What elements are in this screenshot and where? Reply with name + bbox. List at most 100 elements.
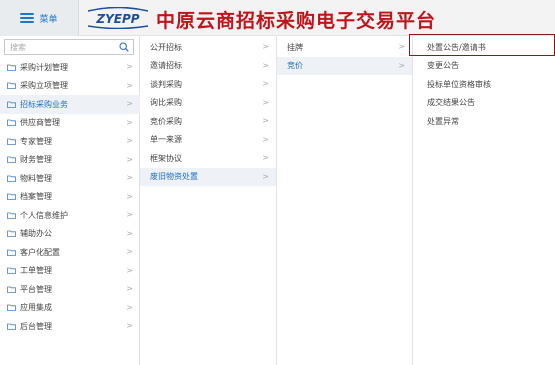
chevron-right-icon: >	[262, 171, 269, 181]
level3-item[interactable]: 竞价 >	[277, 56, 412, 75]
level4-item[interactable]: 变更公告	[413, 57, 555, 76]
sidebar-item-label: 物料管理	[20, 173, 52, 183]
folder-icon	[7, 304, 16, 312]
sidebar-item-label: 平台管理	[20, 284, 52, 294]
level2-item[interactable]: 框架协议 >	[140, 149, 276, 168]
sidebar-item-label: 采购计划管理	[20, 62, 68, 72]
folder-icon	[7, 230, 16, 238]
level4-item[interactable]: 处置异常	[413, 112, 555, 131]
chevron-right-icon: >	[126, 191, 133, 201]
hamburger-icon	[20, 13, 35, 23]
sidebar-item-label: 供应商管理	[20, 118, 60, 128]
menu-item-label: 询比采购	[150, 98, 182, 108]
sidebar-item[interactable]: 采购立项管理 >	[0, 77, 140, 96]
top-header: 菜单 ZYEPP 中原云商招标采购电子交易平台	[0, 0, 555, 36]
search-input[interactable]	[5, 40, 115, 54]
chevron-right-icon: >	[126, 265, 133, 275]
menu-item-label: 废旧物资处置	[150, 172, 198, 182]
sidebar-item[interactable]: 后台管理 >	[0, 317, 140, 336]
chevron-right-icon: >	[126, 284, 133, 293]
sidebar-item-label: 招标采购业务	[20, 99, 68, 109]
sidebar-item-label: 工单管理	[20, 266, 52, 276]
chevron-right-icon: >	[126, 247, 133, 256]
chevron-right-icon: >	[126, 99, 133, 108]
folder-icon	[7, 119, 16, 127]
chevron-right-icon: >	[262, 97, 269, 107]
chevron-right-icon: >	[262, 134, 269, 144]
chevron-right-icon: >	[126, 136, 133, 145]
sidebar-item[interactable]: 辅助办公 >	[0, 225, 140, 244]
sidebar-item[interactable]: 个人信息维护 >	[0, 206, 140, 225]
folder-icon	[7, 138, 16, 145]
sidebar-item-label: 辅助办公	[20, 229, 52, 239]
chevron-right-icon: >	[126, 80, 133, 90]
menu-item-label: 谈判采购	[150, 79, 182, 89]
level4-item[interactable]: 成交结果公告	[413, 94, 555, 113]
sidebar-item-label: 个人信息维护	[20, 210, 68, 220]
folder-icon	[7, 175, 16, 182]
level4-item[interactable]: 投标单位资格审核	[413, 75, 555, 94]
menu-item-label: 竞价采购	[150, 116, 182, 126]
sidebar-item[interactable]: 平台管理 >	[0, 280, 140, 299]
menu-item-label: 成交结果公告	[427, 98, 475, 108]
chevron-right-icon: >	[126, 62, 133, 71]
sidebar-item-label: 专家管理	[20, 136, 52, 146]
sidebar-item-label: 客户化配置	[20, 247, 60, 257]
submenu-level-2: 公开招标 > 邀请招标 > 谈判采购 > 询比采购 > 竞价采购 > 单一来源 > 框架协议 > 废旧物资处…	[140, 36, 277, 365]
chevron-right-icon: >	[262, 79, 269, 88]
menu-button[interactable]: 菜单	[0, 0, 79, 36]
sidebar-item[interactable]: 档案管理 >	[0, 188, 140, 207]
level2-item[interactable]: 谈判采购 >	[140, 75, 276, 94]
sidebar-item-label: 后台管理	[20, 321, 52, 331]
sidebar-item[interactable]: 招标采购业务 >	[0, 95, 140, 114]
chevron-right-icon: >	[126, 302, 133, 312]
chevron-right-icon: >	[262, 116, 269, 125]
level2-item[interactable]: 废旧物资处置 >	[140, 167, 276, 186]
sidebar-item[interactable]: 财务管理 >	[0, 151, 140, 170]
platform-title: 中原云商招标采购电子交易平台	[156, 10, 437, 32]
submenu-level-4: 处置公告/邀请书变更公告 投标单位资格审核成交结果公告 处置异常	[413, 36, 555, 365]
sidebar-menu: 采购计划管理 > 采购立项管理 > 招标采购业务 > 供应商管理 > 专家管理 > 财务管理 > 物料管…	[0, 58, 140, 336]
sidebar-item[interactable]: 客户化配置 >	[0, 243, 140, 262]
folder-icon	[7, 249, 16, 256]
menu-item-label: 邀请招标	[150, 61, 182, 71]
sidebar-item[interactable]: 采购计划管理 >	[0, 58, 140, 77]
level2-item[interactable]: 单一来源 >	[140, 131, 276, 150]
chevron-right-icon: >	[126, 210, 133, 219]
level2-item[interactable]: 公开招标 >	[140, 38, 276, 57]
menu-item-label: 竞价	[287, 61, 303, 71]
menu-item-label: 处置公告/邀请书	[427, 42, 486, 52]
level2-item[interactable]: 竞价采购 >	[140, 112, 276, 131]
search-icon[interactable]	[119, 42, 129, 52]
sidebar-item[interactable]: 工单管理 >	[0, 262, 140, 281]
menu-item-label: 处置异常	[427, 116, 459, 126]
level3-item[interactable]: 挂牌 >	[277, 38, 412, 57]
sidebar-item-label: 采购立项管理	[20, 81, 68, 91]
zyepp-logo: ZYEPP	[87, 7, 149, 29]
submenu-level-3: 挂牌 > 竞价 >	[277, 36, 413, 365]
folder-icon	[7, 323, 16, 330]
sidebar-item[interactable]: 专家管理 >	[0, 132, 140, 151]
svg-text:ZYEPP: ZYEPP	[95, 12, 139, 26]
folder-icon	[7, 156, 16, 164]
sidebar-item-label: 财务管理	[20, 155, 52, 165]
menu-item-label: 挂牌	[287, 42, 303, 52]
menu-label: 菜单	[39, 14, 58, 25]
chevron-right-icon: >	[398, 60, 405, 70]
menu-item-label: 公开招标	[150, 42, 182, 52]
sidebar-item[interactable]: 应用集成 >	[0, 299, 140, 318]
chevron-right-icon: >	[126, 173, 133, 182]
level4-item[interactable]: 处置公告/邀请书	[413, 38, 555, 57]
folder-icon	[7, 193, 16, 201]
level2-item[interactable]: 询比采购 >	[140, 94, 276, 113]
search-box	[4, 39, 134, 55]
chevron-right-icon: >	[262, 42, 269, 51]
sidebar-item[interactable]: 供应商管理 >	[0, 114, 140, 133]
sidebar-item[interactable]: 物料管理 >	[0, 169, 140, 188]
level2-item[interactable]: 邀请招标 >	[140, 57, 276, 76]
folder-icon	[7, 267, 16, 275]
sidebar: 采购计划管理>采购立项管理>招标采购业务>供应商管理>专家管理>财务管理>物料管…	[0, 36, 140, 365]
chevron-right-icon: >	[126, 154, 133, 164]
chevron-right-icon: >	[398, 42, 405, 51]
menu-item-label: 单一来源	[150, 135, 182, 145]
